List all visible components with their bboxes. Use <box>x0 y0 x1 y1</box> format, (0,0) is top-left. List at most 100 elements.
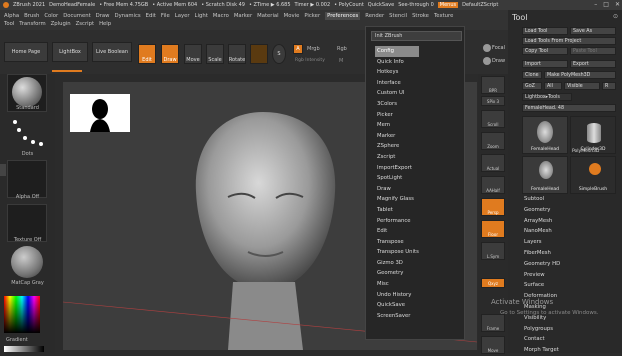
load-tools-from-project-button[interactable]: Load Tools From Project <box>522 37 616 45</box>
tool-sub-surface[interactable]: Surface <box>524 280 560 291</box>
draw-button[interactable]: Draw <box>161 44 179 64</box>
mrgb-button[interactable]: Mrgb <box>307 46 320 52</box>
move-view-button[interactable]: Move <box>481 336 505 354</box>
persp-button[interactable]: Persp <box>481 198 505 216</box>
scroll-button[interactable]: Scroll <box>481 110 505 128</box>
gizmo-icon[interactable] <box>250 44 268 64</box>
s-icon[interactable]: S <box>272 44 286 64</box>
stroke-thumbnail[interactable] <box>7 116 47 154</box>
tool-thumb-simplebrush[interactable]: SimpleBrush <box>570 156 616 194</box>
gradient-swatch[interactable] <box>4 346 44 352</box>
menu-macro[interactable]: Macro <box>213 12 229 20</box>
tool-thumb-femalehead-2[interactable]: FemaleHead <box>522 156 568 194</box>
zoom-button[interactable]: Zoom <box>481 132 505 150</box>
menu-zplugin[interactable]: Zplugin <box>51 20 71 28</box>
maximize-icon[interactable]: □ <box>603 1 609 8</box>
move-button[interactable]: Move <box>184 44 202 64</box>
actual-button[interactable]: Actual <box>481 154 505 172</box>
pref-item-3colors[interactable]: 3Colors <box>377 99 419 110</box>
menu-picker[interactable]: Picker <box>304 12 320 20</box>
tool-sub-fibermesh[interactable]: FiberMesh <box>524 248 560 259</box>
tool-sub-layers[interactable]: Layers <box>524 237 560 248</box>
tool-sub-polygroups[interactable]: Polygroups <box>524 324 560 335</box>
pref-item-misc[interactable]: Misc <box>377 279 419 290</box>
default-zscript-button[interactable]: DefaultZScript <box>462 2 498 8</box>
pref-item-picker[interactable]: Picker <box>377 110 419 121</box>
seethrough-slider[interactable]: See-through 0 <box>398 2 434 8</box>
live-boolean-button[interactable]: Live Boolean <box>92 42 132 62</box>
color-picker[interactable] <box>4 296 40 333</box>
lightbox-tools-button[interactable]: Lightbox▸Tools <box>522 93 572 101</box>
lightbox-button[interactable]: LightBox <box>52 42 88 62</box>
pref-item-importexport[interactable]: ImportExport <box>377 163 419 174</box>
tool-sub-preview[interactable]: Preview <box>524 270 560 281</box>
pref-item-undo-history[interactable]: Undo History <box>377 290 419 301</box>
alpha-thumbnail[interactable] <box>7 160 47 198</box>
pref-item-mem[interactable]: Mem <box>377 120 419 131</box>
pref-item-quick-info[interactable]: Quick Info <box>377 57 419 68</box>
pref-item-marker[interactable]: Marker <box>377 131 419 142</box>
menu-marker[interactable]: Marker <box>234 12 252 20</box>
make-polymesh-button[interactable]: Make PolyMesh3D <box>544 71 616 79</box>
pref-item-performance[interactable]: Performance <box>377 216 419 227</box>
menu-layer[interactable]: Layer <box>175 12 190 20</box>
menu-document[interactable]: Document <box>63 12 90 20</box>
bpr-button[interactable]: BPR <box>481 76 505 94</box>
pref-item-transpose-units[interactable]: Transpose Units <box>377 247 419 258</box>
qxyz-button[interactable]: Qxyz <box>481 278 505 288</box>
a-button[interactable]: A <box>293 44 303 54</box>
pref-item-edit[interactable]: Edit <box>377 226 419 237</box>
tool-sub-contact[interactable]: Contact <box>524 334 560 345</box>
minimize-icon[interactable]: – <box>594 1 597 8</box>
menu-color[interactable]: Color <box>44 12 58 20</box>
menu-preferences[interactable]: Preferences <box>325 12 361 20</box>
pref-item-screensaver[interactable]: ScreenSaver <box>377 311 419 322</box>
menu-stroke[interactable]: Stroke <box>412 12 429 20</box>
save-as-button[interactable]: Save As <box>570 27 616 35</box>
pref-item-zscript[interactable]: Zscript <box>377 152 419 163</box>
aahalf-button[interactable]: AAHalf <box>481 176 505 194</box>
menu-draw[interactable]: Draw <box>96 12 110 20</box>
init-zbrush-button[interactable]: Init ZBrush <box>371 31 462 41</box>
menu-help[interactable]: Help <box>99 20 111 28</box>
tool-sub-subtool[interactable]: Subtool <box>524 194 560 205</box>
goz-button[interactable]: GoZ <box>522 82 542 90</box>
menus-button[interactable]: Menus <box>437 2 459 8</box>
load-tool-button[interactable]: Load Tool <box>522 27 568 35</box>
palette-close-icon[interactable]: ⊙ <box>613 13 618 20</box>
lsym-button[interactable]: L.Sym <box>481 242 505 260</box>
rgb-button[interactable]: Rgb <box>337 46 347 52</box>
all-button[interactable]: All <box>544 82 562 90</box>
menu-transform[interactable]: Transform <box>19 20 45 28</box>
menu-brush[interactable]: Brush <box>24 12 39 20</box>
menu-texture[interactable]: Texture <box>434 12 453 20</box>
r-button[interactable]: R <box>602 82 616 90</box>
material-thumbnail[interactable] <box>7 244 47 282</box>
copy-tool-button[interactable]: Copy Tool <box>522 47 568 55</box>
menu-movie[interactable]: Movie <box>284 12 300 20</box>
export-button[interactable]: Export <box>570 60 616 68</box>
pref-item-geometry[interactable]: Geometry <box>377 268 419 279</box>
pref-item-tablet[interactable]: Tablet <box>377 205 419 216</box>
frame-button[interactable]: Frame <box>481 314 505 332</box>
scale-button[interactable]: Scale <box>206 44 224 64</box>
pref-item-transpose[interactable]: Transpose <box>377 237 419 248</box>
rgb-intensity-slider[interactable]: Rgb Intensity <box>295 58 325 63</box>
floor-button[interactable]: Floor <box>481 220 505 238</box>
m-button[interactable]: M <box>339 58 343 64</box>
tool-sub-morph-target[interactable]: Morph Target <box>524 345 560 356</box>
pref-item-draw[interactable]: Draw <box>377 184 419 195</box>
menu-tool[interactable]: Tool <box>4 20 14 28</box>
tool-sub-arraymesh[interactable]: ArrayMesh <box>524 216 560 227</box>
current-tool-slider[interactable]: FemaleHead. 48 <box>522 104 616 112</box>
paste-tool-button[interactable]: Paste Tool <box>570 47 616 55</box>
pref-item-quicksave[interactable]: QuickSave <box>377 300 419 311</box>
quicksave-button[interactable]: QuickSave <box>368 2 394 8</box>
pref-item-magnify-glass[interactable]: Magnify Glass <box>377 194 419 205</box>
tool-sub-geometry-hd[interactable]: Geometry HD <box>524 259 560 270</box>
home-page-button[interactable]: Home Page <box>4 42 48 62</box>
tool-thumb-femalehead[interactable]: FemaleHead <box>522 116 568 154</box>
pref-item-config[interactable]: Config <box>375 46 419 57</box>
menu-dynamics[interactable]: Dynamics <box>115 12 141 20</box>
edit-button[interactable]: Edit <box>138 44 156 64</box>
